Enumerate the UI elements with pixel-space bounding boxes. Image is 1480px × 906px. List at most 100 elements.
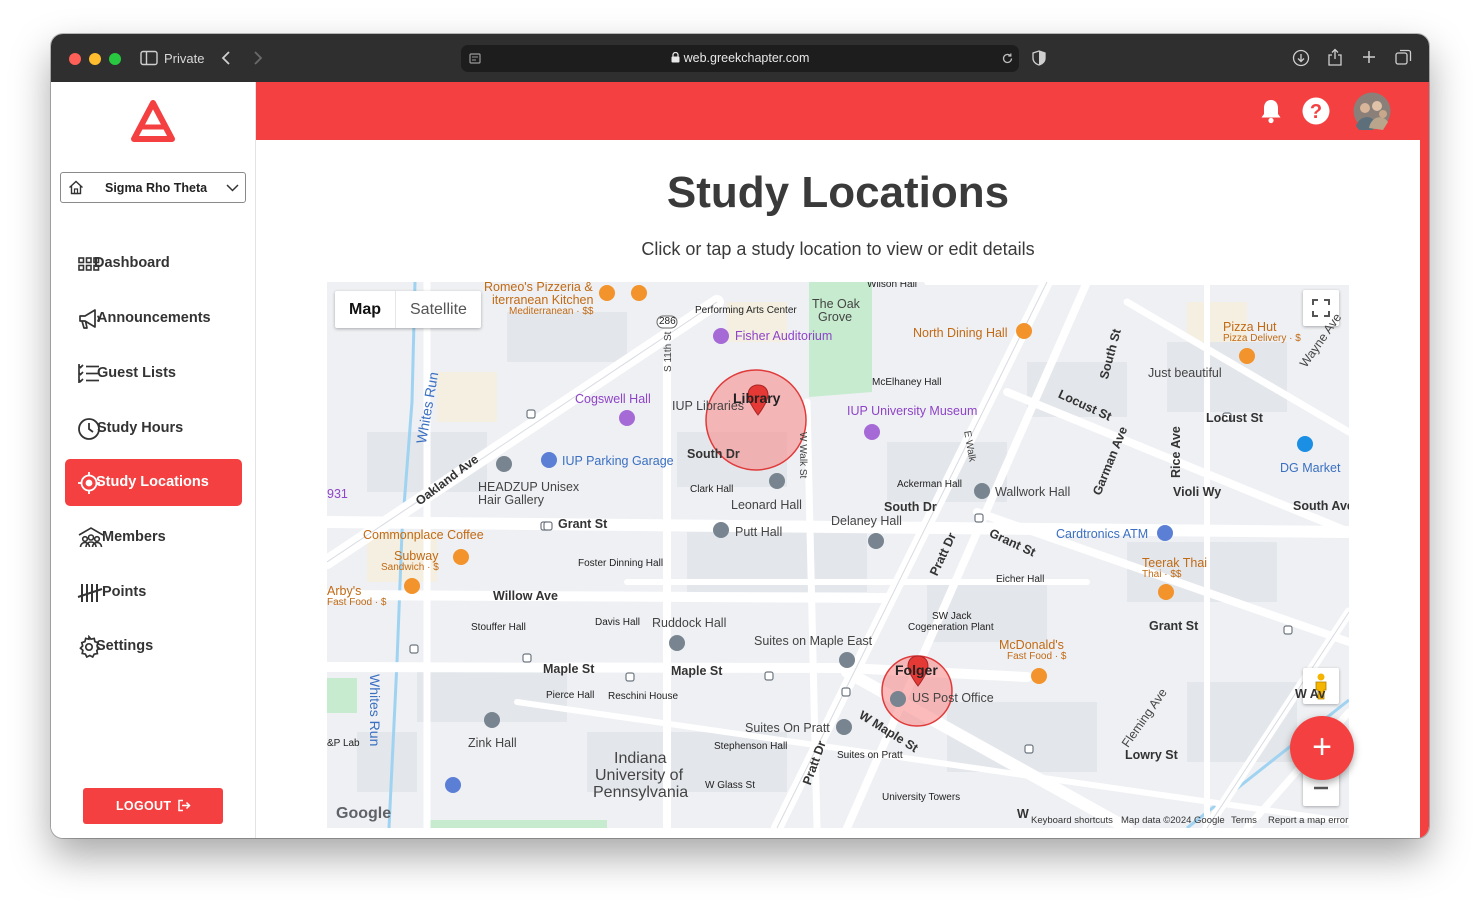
map-label: Wilson Hall	[867, 282, 918, 290]
logout-icon	[178, 799, 191, 812]
map-label: Fisher Auditorium	[735, 329, 833, 343]
map-label: Reschini House	[608, 691, 679, 702]
close-window-button[interactable]	[69, 53, 81, 65]
map-label: Subway	[394, 549, 439, 563]
sidebar-item-points[interactable]: Points	[65, 569, 242, 616]
map-label: South Dr	[884, 500, 937, 514]
map-label: Arby's	[327, 584, 362, 598]
house-icon	[69, 180, 83, 195]
map-label: Davis Hall	[595, 617, 641, 628]
map-label: Performing Arts Center	[695, 305, 797, 316]
bell-icon[interactable]	[1259, 98, 1283, 124]
map-label: IUP Libraries	[672, 399, 745, 413]
map-label: Eicher Hall	[996, 574, 1045, 585]
map-type-satellite-button[interactable]: Satellite	[395, 291, 481, 328]
route-shield: 286	[659, 316, 676, 327]
private-label: Private	[164, 51, 205, 66]
sidebar-item-dashboard[interactable]: Dashboard	[65, 240, 242, 287]
shield-icon[interactable]	[1032, 50, 1046, 66]
map-label: South Dr	[687, 447, 740, 461]
map-label: iterranean Kitchen	[492, 293, 594, 307]
map-label: Mediterranean · $$	[509, 306, 594, 317]
browser-titlebar: Private web.greekchapter.com	[51, 34, 1429, 82]
map-label: Pennsylvania	[593, 784, 689, 801]
sidebar-item-guest-lists[interactable]: Guest Lists	[65, 350, 242, 397]
map-label: W	[1017, 807, 1029, 821]
map-label: Fast Food · $	[327, 597, 387, 608]
map-label: Suites On Pratt	[745, 721, 830, 735]
map-type-map-button[interactable]: Map	[335, 291, 395, 328]
chapter-select[interactable]: Sigma Rho Theta	[60, 172, 246, 203]
map-label: Grant St	[1149, 619, 1199, 633]
zoom-window-button[interactable]	[109, 53, 121, 65]
map-label: DG Market	[1280, 461, 1341, 475]
map-label: Maple St	[543, 662, 595, 676]
map-label: Hair Gallery	[478, 493, 544, 507]
sidebar-toggle-icon[interactable]	[140, 50, 158, 66]
add-icon: +	[1312, 728, 1332, 766]
svg-text:?: ?	[1310, 101, 1322, 123]
new-tab-icon[interactable]	[1362, 50, 1376, 64]
sidebar-item-study-hours[interactable]: Study Hours	[65, 405, 242, 452]
add-location-button[interactable]: +	[1290, 716, 1354, 780]
map-label: IUP Parking Garage	[562, 454, 674, 468]
sidebar-item-label: Settings	[96, 638, 154, 654]
right-accent-strip	[1420, 140, 1429, 838]
map-label: Suites on Pratt	[837, 750, 903, 761]
sidebar-item-members[interactable]: Members	[65, 514, 242, 561]
sidebar-item-settings[interactable]: Settings	[65, 623, 242, 670]
sidebar-item-label: Guest Lists	[97, 365, 176, 381]
map-type-control: Map Satellite	[335, 291, 481, 328]
map-label: McElhaney Hall	[872, 377, 942, 388]
map-label: Locust St	[1206, 411, 1263, 425]
page-subtitle: Click or tap a study location to view or…	[641, 239, 1035, 259]
map-label: Wallwork Hall	[995, 485, 1071, 499]
minimize-window-button[interactable]	[89, 53, 101, 65]
logout-button[interactable]: LOGOUT	[83, 788, 223, 824]
report-map-error-link[interactable]: Report a map error	[1268, 815, 1348, 826]
map-label: Lowry St	[1125, 748, 1178, 762]
tab-overview-icon[interactable]	[1395, 49, 1412, 66]
map-label: HEADZUP Unisex	[478, 480, 580, 494]
terms-link[interactable]: Terms	[1231, 815, 1257, 826]
sidebar-item-label: Study Hours	[97, 420, 184, 436]
map-label: Leonard Hall	[731, 498, 802, 512]
url-text: web.greekchapter.com	[461, 51, 1019, 65]
map-label: Maple St	[671, 664, 723, 678]
map-marker-folger[interactable]: Folger	[895, 662, 938, 678]
lock-icon	[671, 51, 680, 63]
map-label: Grant St	[558, 517, 608, 531]
forward-icon[interactable]	[253, 50, 263, 66]
map-label: Ackerman Hall	[897, 479, 963, 490]
main-content: Study Locations Click or tap a study loc…	[256, 140, 1429, 838]
map-label: Cogeneration Plant	[908, 622, 994, 633]
sidebar-item-announcements[interactable]: Announcements	[65, 295, 242, 342]
keyboard-shortcuts-link[interactable]: Keyboard shortcuts	[1031, 815, 1113, 826]
reload-icon[interactable]	[1001, 52, 1014, 65]
address-bar[interactable]: web.greekchapter.com	[461, 45, 1019, 72]
map-label: University of	[595, 767, 684, 784]
help-icon[interactable]: ?	[1302, 97, 1330, 125]
fullscreen-icon	[1312, 299, 1330, 317]
map-label: Whites Run	[367, 674, 383, 747]
sidebar-item-study-locations[interactable]: Study Locations	[65, 459, 242, 506]
back-icon[interactable]	[221, 50, 231, 66]
map-label: S 11th St	[663, 331, 674, 372]
map-label: 931	[327, 487, 348, 501]
google-logo: Google	[336, 805, 392, 822]
browser-window: Private web.greekchapter.com Sigma Rho T…	[51, 34, 1429, 838]
map-label: Delaney Hall	[831, 514, 902, 528]
study-locations-map[interactable]: Map Satellite Library Folger Romeo's Piz…	[327, 282, 1349, 828]
sidebar-item-label: Dashboard	[94, 255, 170, 271]
map-label: Ruddock Hall	[652, 616, 727, 630]
chevron-down-icon	[226, 184, 239, 192]
share-icon[interactable]	[1327, 48, 1343, 67]
map-label: W Av	[1295, 687, 1326, 701]
downloads-icon[interactable]	[1292, 49, 1310, 67]
map-label: Indiana	[614, 750, 667, 767]
map-label: Pizza Hut	[1223, 320, 1277, 334]
map-label: &P Lab	[327, 738, 360, 749]
zoom-out-icon[interactable]	[1313, 780, 1329, 796]
app-logo-icon[interactable]	[131, 100, 175, 142]
avatar[interactable]	[1353, 92, 1391, 130]
